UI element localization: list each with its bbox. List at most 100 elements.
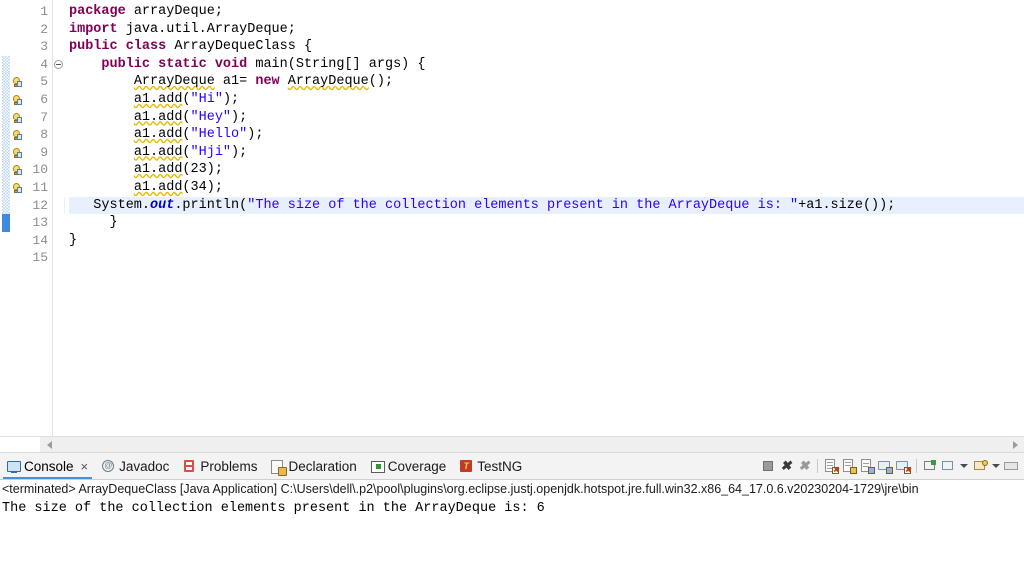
console-tabs[interactable]: Console × @ Javadoc Problems Declaration Cover… <box>0 453 529 479</box>
code-token: ( <box>182 109 191 125</box>
code-line[interactable]: } <box>69 214 1024 232</box>
show-console-button[interactable] <box>877 458 893 474</box>
code-line[interactable]: System.out.println("The size of the coll… <box>69 196 1024 215</box>
code-token: a1.add <box>133 127 183 143</box>
console-tab-console[interactable]: Console × <box>0 453 95 479</box>
scrollbar-track[interactable] <box>40 437 1008 452</box>
open-console-button[interactable] <box>972 458 988 474</box>
console-icon <box>6 459 21 473</box>
line-number: 15 <box>32 250 48 266</box>
remove-launch-button[interactable]: ✖ <box>778 458 794 474</box>
console-tab-testng[interactable]: T TestNG <box>453 453 529 479</box>
warning-marker-icon[interactable] <box>10 181 24 195</box>
code-line[interactable]: a1.add("Hey"); <box>69 109 1024 127</box>
java-editor: 1 2 3 4 5 6 7 8 9 10 11 12 13 14 15 package arrayDeque… <box>0 0 1024 453</box>
change-bar-segment <box>2 161 10 179</box>
coverage-icon <box>370 459 385 473</box>
scroll-lock-button[interactable] <box>841 458 857 474</box>
line-number: 5 <box>40 74 48 90</box>
close-icon[interactable]: × <box>81 459 89 474</box>
tab-label: Declaration <box>288 458 357 474</box>
line-number: 13 <box>32 215 48 231</box>
code-token: "Hji" <box>190 144 232 160</box>
view-menu-button[interactable] <box>1004 458 1020 474</box>
editor-folding-column[interactable] <box>52 0 65 436</box>
line-number: 9 <box>40 144 48 160</box>
code-line[interactable]: package arrayDeque; <box>69 3 1024 21</box>
warning-marker-icon[interactable] <box>10 163 24 177</box>
editor-horizontal-scrollbar[interactable] <box>0 436 1024 452</box>
code-token: } <box>69 215 118 231</box>
code-token: new <box>255 74 288 90</box>
scroll-left-arrow-icon[interactable] <box>42 437 56 452</box>
code-token: .println( <box>174 197 248 213</box>
console-output-line: The size of the collection elements pres… <box>2 501 545 516</box>
toolbar-separator-2 <box>916 459 917 473</box>
editor-body[interactable]: 1 2 3 4 5 6 7 8 9 10 11 12 13 14 15 package arrayDeque… <box>0 0 1024 436</box>
warning-marker-icon[interactable] <box>10 128 24 142</box>
console-toolbar[interactable]: ✖ ✖ ✖ ✖ <box>760 453 1024 479</box>
pin-console-button[interactable] <box>922 458 938 474</box>
warning-marker-icon[interactable] <box>10 111 24 125</box>
code-line[interactable] <box>69 249 1024 267</box>
code-line[interactable]: a1.add(34); <box>69 179 1024 197</box>
code-token: arrayDeque; <box>133 4 223 19</box>
editor-line-numbers: 1 2 3 4 5 6 7 8 9 10 11 12 13 14 15 <box>24 0 52 436</box>
warning-marker-icon[interactable] <box>10 93 24 107</box>
code-line[interactable]: ArrayDeque a1= new ArrayDeque(); <box>69 73 1024 91</box>
open-console-dropdown-icon[interactable] <box>992 464 1000 468</box>
code-line[interactable]: a1.add("Hji"); <box>69 144 1024 162</box>
console-tab-javadoc[interactable]: @ Javadoc <box>95 453 176 479</box>
code-line[interactable]: public static void main(String[] args) { <box>69 56 1024 74</box>
close-console-button[interactable]: ✖ <box>895 458 911 474</box>
line-number: 8 <box>40 127 48 143</box>
editor-marker-column[interactable] <box>10 0 24 436</box>
warning-marker-icon[interactable] <box>10 146 24 160</box>
code-token: +a1.size()); <box>798 197 896 213</box>
console-tab-declaration[interactable]: Declaration <box>264 453 363 479</box>
remove-all-terminated-button[interactable]: ✖ <box>796 458 812 474</box>
code-token: ( <box>182 144 191 160</box>
display-selected-console-button[interactable] <box>940 458 956 474</box>
change-bar-segment <box>2 91 10 109</box>
console-tab-problems[interactable]: Problems <box>176 453 264 479</box>
fold-collapse-icon[interactable] <box>54 59 63 69</box>
code-token: package <box>69 4 134 19</box>
editor-code-area[interactable]: package arrayDeque; import java.util.Arra… <box>65 0 1024 436</box>
console-output[interactable]: The size of the collection elements pres… <box>0 500 1024 584</box>
word-wrap-button[interactable] <box>859 458 875 474</box>
scroll-right-arrow-icon[interactable] <box>1008 437 1022 452</box>
change-bar-segment <box>2 126 10 144</box>
line-number: 7 <box>40 109 48 125</box>
console-tab-bar: Console × @ Javadoc Problems Declaration Cover… <box>0 453 1024 480</box>
clear-console-button[interactable]: ✖ <box>823 458 839 474</box>
display-selected-console-dropdown-icon[interactable] <box>960 464 968 468</box>
scrollbar-gutter-spacer <box>0 437 41 452</box>
tab-label: Javadoc <box>119 458 170 474</box>
line-number: 10 <box>32 162 48 178</box>
code-line[interactable]: a1.add("Hi"); <box>69 91 1024 109</box>
code-token: import <box>69 21 126 37</box>
code-token: System. <box>69 197 151 213</box>
code-line[interactable]: a1.add("Hello"); <box>69 126 1024 144</box>
code-token: out <box>150 197 175 213</box>
tab-label: Coverage <box>387 458 447 474</box>
terminate-button[interactable] <box>760 458 776 474</box>
editor-change-bar <box>0 0 10 436</box>
code-token: (); <box>368 74 394 90</box>
code-line[interactable]: public class ArrayDequeClass { <box>69 38 1024 56</box>
console-tab-coverage[interactable]: Coverage <box>364 453 454 479</box>
code-line[interactable]: import java.util.ArrayDeque; <box>69 21 1024 39</box>
code-line[interactable]: } <box>69 232 1024 250</box>
code-token: main(String[] args) { <box>255 56 426 72</box>
warning-marker-icon[interactable] <box>10 75 24 89</box>
change-bar-segment <box>2 108 10 127</box>
code-token: ( <box>182 127 191 143</box>
toolbar-separator-1 <box>817 459 818 473</box>
code-token: a1.add <box>133 91 183 107</box>
tab-label: Problems <box>200 458 258 474</box>
code-line[interactable]: a1.add(23); <box>69 161 1024 179</box>
